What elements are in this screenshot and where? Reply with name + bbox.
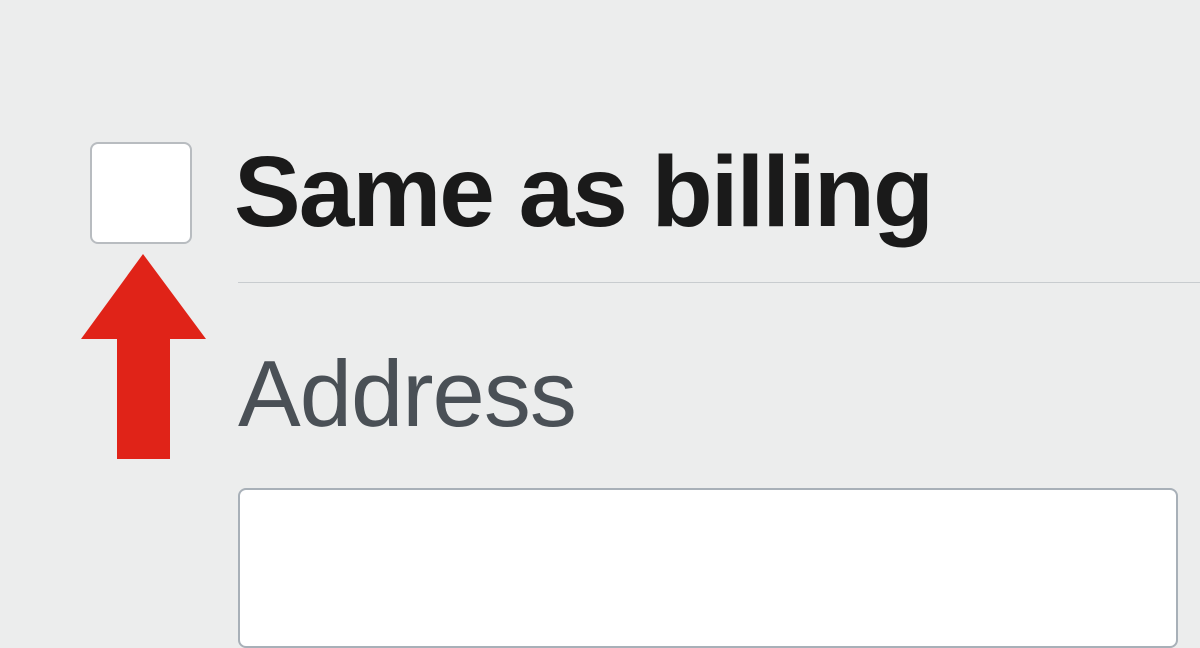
same-as-billing-label: Same as billing [234,135,932,250]
address-section: Address [238,340,1200,648]
annotation-arrow-icon [81,254,206,464]
section-divider [238,282,1200,283]
same-as-billing-checkbox[interactable] [90,142,192,244]
same-as-billing-row: Same as billing [90,135,932,250]
address-input[interactable] [238,488,1178,648]
address-label: Address [238,340,1200,448]
